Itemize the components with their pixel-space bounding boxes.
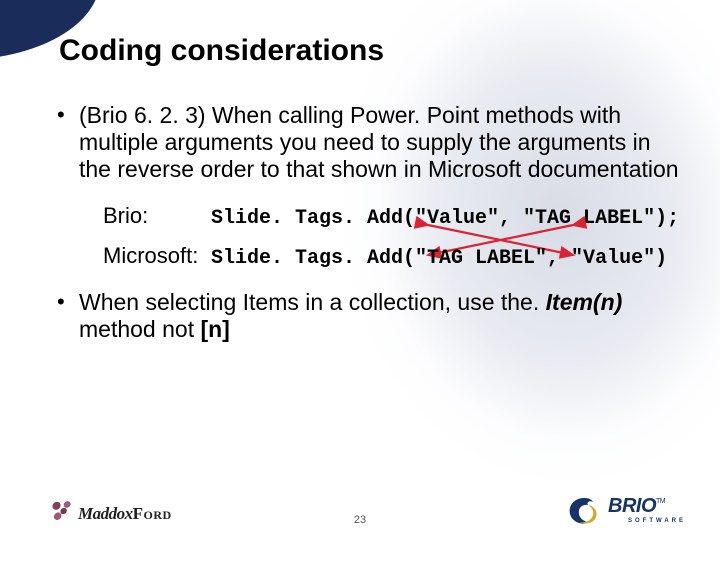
slide-title: Coding considerations — [59, 34, 680, 68]
code-examples: Brio: Slide. Tags. Add("Value", "TAG LAB… — [103, 203, 680, 270]
example-brio: Brio: Slide. Tags. Add("Value", "TAG LAB… — [103, 203, 680, 231]
bullet-2-prefix: When selecting Items in a collection, us… — [79, 289, 546, 315]
example-ms-code: Slide. Tags. Add("TAG LABEL", "Value") — [211, 247, 667, 271]
bullet-2: When selecting Items in a collection, us… — [55, 289, 680, 343]
bullet-list: (Brio 6. 2. 3) When calling Power. Point… — [55, 102, 680, 343]
example-ms-label: Microsoft: — [103, 243, 205, 269]
bullet-2-method: Item(n) — [546, 289, 623, 315]
example-brio-label: Brio: — [103, 203, 205, 229]
bullet-2-bracket: [n] — [200, 316, 229, 342]
slide-content: Coding considerations (Brio 6. 2. 3) Whe… — [0, 0, 720, 540]
bullet-1-text: (Brio 6. 2. 3) When calling Power. Point… — [79, 102, 679, 182]
bullet-1: (Brio 6. 2. 3) When calling Power. Point… — [55, 102, 680, 271]
example-microsoft: Microsoft: Slide. Tags. Add("TAG LABEL",… — [103, 243, 680, 271]
bullet-2-middle: method not — [79, 316, 200, 342]
example-brio-code: Slide. Tags. Add("Value", "TAG LABEL"); — [211, 207, 679, 231]
